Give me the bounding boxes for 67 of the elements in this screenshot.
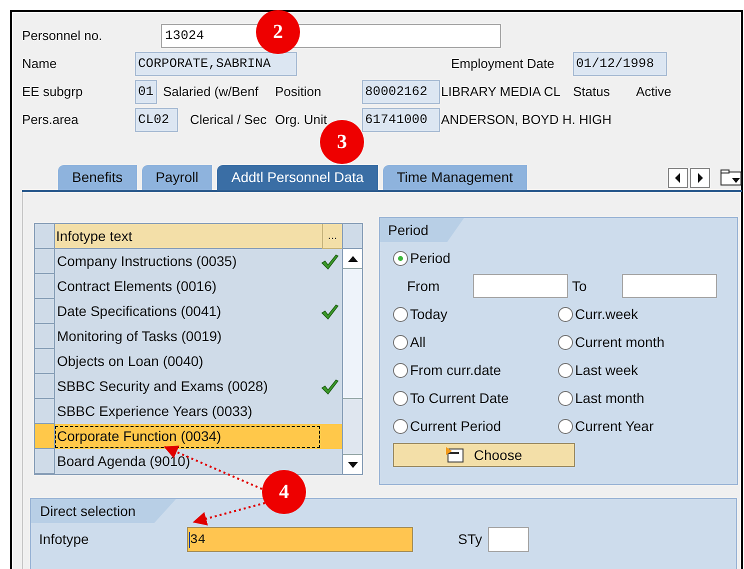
field-label: From [407, 276, 441, 296]
scroll-left-button[interactable] [668, 168, 688, 188]
column-header[interactable]: Infotype text [55, 224, 322, 249]
radio-button[interactable]: Current Period [393, 412, 558, 440]
list-item[interactable]: Corporate Function (0034) [55, 426, 320, 448]
readonly-field: 61741000 [362, 108, 440, 132]
row-selector[interactable] [35, 349, 55, 374]
scroll-right-button[interactable] [690, 168, 710, 188]
field-label: Employment Date [451, 55, 554, 74]
row-selector[interactable] [35, 324, 55, 349]
radio-button[interactable]: Last week [558, 356, 708, 384]
radio-button[interactable]: Current Year [558, 412, 708, 440]
row-selector[interactable] [35, 274, 55, 299]
radio-button[interactable]: From curr.date [393, 356, 558, 384]
scroll-down-icon[interactable] [348, 462, 358, 468]
field-label: Personnel no. [22, 27, 102, 46]
tab[interactable]: Benefits [58, 165, 137, 190]
radio-button[interactable]: Curr.week [558, 300, 708, 328]
radio-button[interactable]: Last month [558, 384, 708, 412]
tab[interactable]: Time Management [382, 165, 527, 190]
date-input[interactable] [622, 274, 717, 298]
scroll-up-icon[interactable] [348, 256, 358, 262]
row-selector[interactable] [35, 224, 55, 249]
tab-list-icon[interactable] [720, 168, 742, 188]
row-selector[interactable] [35, 449, 55, 474]
row-selector[interactable] [35, 249, 55, 274]
scrollbar[interactable] [342, 249, 362, 474]
field-label: Status [573, 83, 610, 102]
group-title: Direct selection [31, 499, 176, 523]
date-input[interactable] [473, 274, 568, 298]
row-selector[interactable] [35, 399, 55, 424]
readonly-field: CL02 [135, 108, 178, 132]
row-selector[interactable] [35, 374, 55, 399]
readonly-field: 01 [135, 80, 157, 104]
row-selector[interactable] [35, 299, 55, 324]
field-text: Active [636, 83, 672, 102]
tab[interactable]: Addtl Personnel Data [217, 165, 378, 190]
row-selector[interactable] [35, 424, 55, 449]
list-icon [446, 447, 464, 463]
field-text: LIBRARY MEDIA CL [441, 83, 560, 102]
radio-button[interactable]: Current month [558, 328, 708, 356]
readonly-field: 80002162 [362, 80, 440, 104]
triangle-icon [674, 173, 682, 183]
column-menu-button[interactable]: ... [322, 224, 342, 249]
tab[interactable]: Payroll [142, 165, 212, 190]
radio-button[interactable]: To Current Date [393, 384, 558, 412]
choose-button[interactable]: Choose [393, 443, 575, 467]
field-label: To [572, 276, 588, 296]
field-label: STy [458, 530, 482, 549]
radio-button[interactable]: Period [393, 244, 473, 272]
readonly-field: 01/12/1998 [573, 52, 667, 76]
field-label: Name [22, 55, 57, 74]
infotype-input[interactable]: 34 [187, 527, 413, 552]
subtype-input[interactable] [488, 527, 530, 552]
field-label: Position [275, 83, 322, 102]
field-label: Pers.area [22, 111, 78, 130]
readonly-field: CORPORATE,SABRINA [135, 52, 297, 76]
field-text: Salaried (w/Benf [163, 83, 258, 102]
group-title: Period [380, 218, 464, 242]
scroll-thumb[interactable] [343, 269, 362, 399]
radio-button[interactable]: All [393, 328, 558, 356]
triangle-icon [696, 173, 704, 183]
radio-button[interactable]: Today [393, 300, 558, 328]
field-label: EE subgrp [22, 83, 83, 102]
field-text: Clerical / Sec [190, 111, 267, 130]
field-text: ANDERSON, BOYD H. HIGH [441, 111, 612, 130]
field-label: Infotype [39, 530, 90, 549]
